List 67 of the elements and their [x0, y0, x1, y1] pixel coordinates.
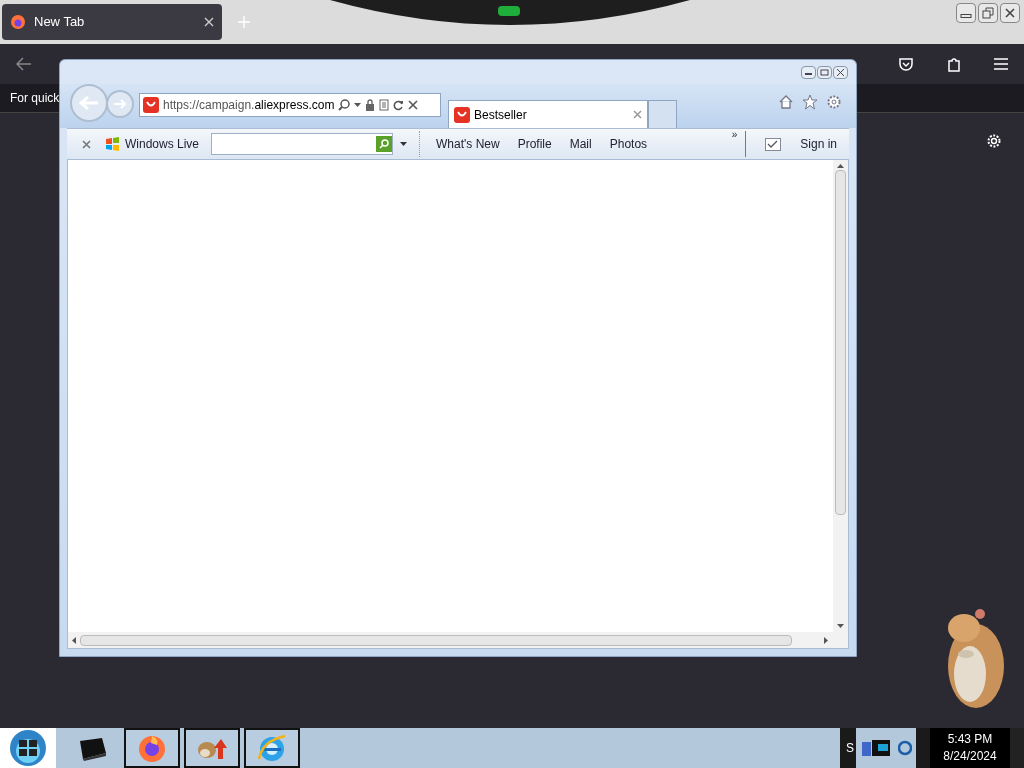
right-arrow-icon — [113, 99, 127, 109]
minimize-button[interactable] — [956, 3, 976, 23]
close-icon[interactable] — [82, 139, 91, 149]
browser-tab[interactable]: New Tab — [2, 4, 222, 40]
tray-letter: S — [846, 740, 854, 757]
network-icon[interactable] — [898, 740, 912, 756]
left-arrow-icon — [79, 96, 99, 110]
windows-orb-icon — [9, 729, 47, 767]
search-field[interactable] — [211, 133, 394, 155]
overflow-chevron[interactable]: » — [731, 127, 738, 159]
horizontal-scrollbar[interactable] — [68, 632, 848, 648]
clock[interactable]: 5:43 PM 8/24/2024 — [930, 728, 1010, 768]
minimize-button[interactable] — [801, 65, 816, 79]
url-text: https://campaign.aliexpress.com — [163, 97, 335, 114]
close-button[interactable] — [833, 65, 848, 79]
refresh-icon[interactable] — [393, 99, 405, 111]
sign-in-link[interactable]: Sign in — [800, 135, 837, 153]
taskbar-app[interactable] — [124, 728, 180, 768]
close-icon[interactable] — [408, 100, 419, 110]
firefox-icon — [10, 14, 26, 30]
scroll-down-arrow-icon[interactable] — [837, 624, 844, 628]
scroll-up-arrow-icon[interactable] — [837, 164, 844, 168]
restore-button[interactable] — [978, 3, 998, 23]
command-link[interactable]: What's New — [436, 135, 500, 153]
command-link[interactable]: Mail — [569, 135, 592, 153]
dropdown-caret-icon[interactable] — [354, 103, 362, 107]
brand-label: Windows Live — [125, 136, 200, 153]
taskbar-app[interactable] — [184, 728, 240, 768]
scroll-left-arrow-icon[interactable] — [72, 636, 76, 644]
bookmarks-hint: For quick — [10, 90, 60, 107]
shopping-bag-icon — [143, 97, 159, 113]
close-icon — [1004, 7, 1016, 19]
clock-date: 8/24/2024 — [943, 748, 997, 765]
tab-title: New Tab — [34, 13, 86, 32]
document-icon[interactable] — [379, 99, 390, 111]
command-link[interactable]: Profile — [517, 135, 552, 153]
maximize-icon — [820, 68, 829, 76]
pocket-icon[interactable] — [898, 56, 914, 72]
vertical-scrollbar[interactable] — [833, 160, 848, 632]
scroll-right-arrow-icon[interactable] — [824, 636, 828, 644]
firefox-icon — [137, 733, 167, 763]
menu-icon[interactable] — [994, 58, 1008, 70]
restore-icon — [982, 7, 994, 19]
close-icon — [836, 68, 845, 76]
lock-icon[interactable] — [365, 99, 376, 111]
star-icon[interactable] — [802, 94, 818, 110]
browser-e-icon — [256, 733, 288, 763]
dropdown-caret-icon[interactable] — [400, 142, 408, 146]
scroll-thumb[interactable] — [835, 170, 846, 515]
clock-time: 5:43 PM — [947, 731, 993, 748]
checkbox-icon[interactable] — [765, 137, 782, 151]
tab-title: Bestseller — [474, 106, 528, 124]
home-icon[interactable] — [778, 94, 794, 110]
taskbar-app[interactable] — [244, 728, 300, 768]
address-bar[interactable]: https://campaign.aliexpress.com — [139, 93, 441, 117]
shopping-bag-icon — [454, 106, 470, 123]
close-button[interactable] — [1000, 3, 1020, 23]
command-link[interactable]: Photos — [609, 135, 648, 153]
minimize-icon — [960, 14, 972, 18]
search-button[interactable] — [376, 136, 393, 152]
search-icon[interactable] — [338, 99, 351, 111]
scroll-thumb[interactable] — [80, 634, 792, 646]
printer-icon — [77, 735, 107, 761]
back-arrow-icon[interactable] — [16, 57, 32, 71]
browser-tab[interactable]: Bestseller — [448, 100, 648, 128]
windows-flag-icon — [105, 137, 120, 151]
start-button[interactable] — [0, 728, 56, 768]
